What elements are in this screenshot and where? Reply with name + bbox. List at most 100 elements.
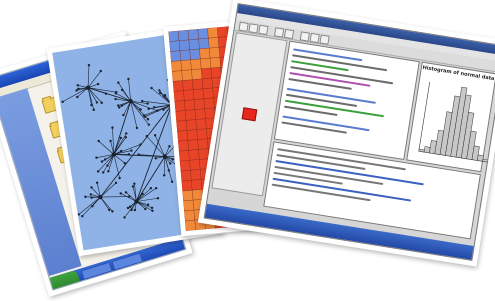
heat-cell [203, 97, 215, 109]
heat-cell [189, 159, 201, 171]
graph-node [125, 132, 128, 135]
heat-cell [170, 50, 182, 62]
toolbar-button [283, 28, 295, 40]
graph-node [95, 101, 99, 104]
heat-cell [169, 40, 181, 52]
graph-node [100, 160, 104, 163]
heat-cell [207, 27, 219, 39]
graph-edge [100, 182, 117, 198]
heat-cell [170, 60, 182, 72]
toolbar-button [238, 21, 249, 32]
graph-node [135, 126, 139, 130]
graph-edge [78, 196, 101, 215]
heat-cell [184, 99, 196, 111]
toolbar-button [248, 23, 259, 34]
heat-cell [190, 58, 202, 70]
graph-node [127, 77, 130, 81]
graph-node [131, 185, 135, 188]
heat-cell [202, 87, 214, 99]
code-editor [273, 40, 420, 161]
graph-node [107, 170, 110, 173]
graph-node [109, 139, 112, 143]
heat-cell [183, 209, 195, 222]
heat-cell [177, 140, 189, 152]
graph-node [168, 145, 171, 148]
heat-cell [201, 77, 213, 90]
heat-cell [197, 138, 209, 150]
heat-cell [182, 79, 194, 91]
heat-cell [168, 30, 180, 42]
heat-cell [174, 100, 186, 112]
graph-node [118, 176, 121, 180]
heat-cell [190, 169, 202, 181]
red-color-swatch [241, 107, 258, 122]
heat-cell [201, 67, 213, 80]
graph-node [153, 134, 157, 137]
graph-node [61, 100, 64, 103]
graph-node [141, 99, 144, 103]
heat-cell [191, 68, 203, 80]
heat-cell [185, 109, 197, 121]
graph-node [102, 171, 105, 174]
heat-cell [175, 110, 187, 122]
graph-node [84, 195, 87, 199]
heat-cell [177, 130, 188, 142]
graph-edge [146, 135, 166, 157]
heat-cell [180, 170, 192, 182]
heat-cell [185, 119, 197, 131]
graph-edge [102, 154, 115, 173]
heat-cell [200, 57, 212, 70]
stats-ide-sheet: Histogram of normal data [197, 0, 495, 267]
heat-cell [196, 128, 208, 140]
heat-cell [178, 39, 190, 51]
graph-edge [87, 65, 90, 88]
heat-cell [188, 149, 200, 161]
plot-panel: Histogram of normal data [406, 61, 495, 173]
graph-node [133, 182, 136, 185]
taskbar-item [111, 252, 144, 271]
graph-node [95, 181, 99, 184]
heat-cell [199, 47, 211, 60]
screenshot-collage: Histogram of normal data [0, 0, 495, 301]
graph-node [146, 102, 149, 105]
graph-node [114, 97, 117, 101]
heat-cell [217, 26, 229, 38]
heat-cell [178, 150, 190, 162]
heat-cell [180, 59, 192, 71]
graph-edge [113, 154, 165, 157]
graph-node [76, 84, 80, 87]
heat-cell [189, 48, 201, 60]
heat-cell [195, 118, 207, 130]
heat-cell [188, 38, 200, 51]
graph-edge [82, 196, 101, 217]
graph-node [170, 180, 174, 183]
graph-node [130, 149, 133, 152]
graph-node [122, 113, 125, 117]
heat-cell [187, 139, 199, 151]
stats-ide-screenshot: Histogram of normal data [203, 3, 495, 261]
heat-cell [186, 129, 198, 141]
toolbar-button [319, 34, 330, 45]
heat-cell [183, 89, 195, 101]
heat-cell [193, 98, 205, 110]
graph-node [133, 208, 137, 212]
graph-node [111, 126, 114, 129]
heat-cell [178, 29, 190, 41]
graph-node [96, 82, 100, 86]
toolbar-button [299, 31, 310, 42]
heat-cell [179, 160, 191, 172]
graph-edge [100, 196, 130, 198]
console-line [272, 177, 412, 202]
heat-cell [182, 190, 194, 202]
toolbar-button [273, 27, 285, 38]
toolbar-button [309, 32, 320, 44]
heat-cell [187, 28, 199, 41]
heat-cell [176, 120, 188, 132]
heat-cell [193, 88, 205, 100]
graph-node [154, 157, 158, 160]
heat-cell [173, 90, 185, 102]
heat-cell [192, 78, 204, 90]
graph-edge [113, 101, 132, 155]
toolbar-button [258, 24, 269, 36]
graph-node [95, 156, 98, 159]
